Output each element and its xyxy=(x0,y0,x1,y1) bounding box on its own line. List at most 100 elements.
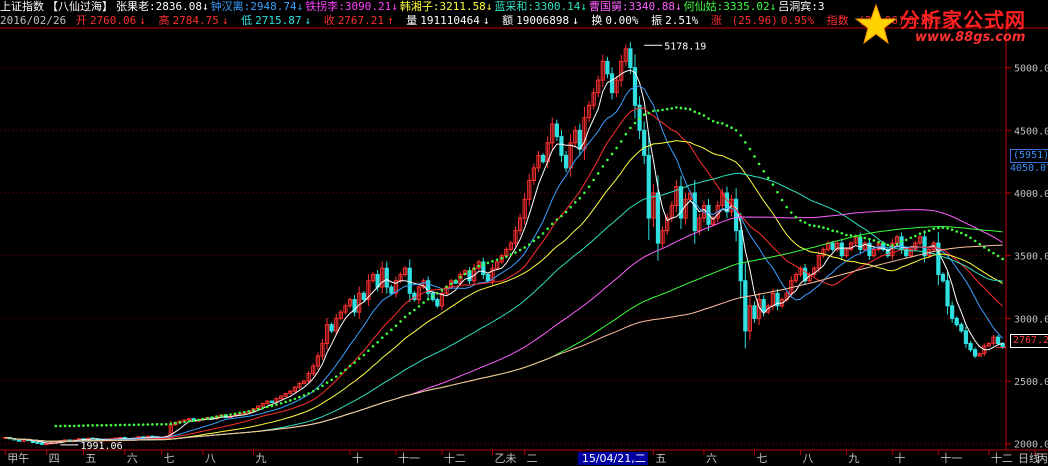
dotted-marker xyxy=(596,172,600,175)
dotted-marker xyxy=(316,387,320,391)
dotted-marker xyxy=(472,267,476,270)
dotted-marker xyxy=(858,236,862,239)
header-indicator-row: 上证指数 【八仙过海】 张果老:2836.08↓ 钟汉离:2948.74↓ 铁拐李:30… xyxy=(0,0,830,13)
dotted-marker xyxy=(918,232,922,235)
ma-line-2 xyxy=(5,107,1004,442)
dotted-marker xyxy=(265,405,269,409)
dotted-marker xyxy=(468,270,471,273)
quote-low: 低 2715.87 ↓ xyxy=(241,14,312,27)
dotted-marker xyxy=(367,349,370,353)
candle-body xyxy=(963,330,969,344)
dotted-marker xyxy=(744,141,747,144)
dotted-marker xyxy=(780,198,784,202)
quote-amount: 额 19006898 ↓ xyxy=(502,14,579,27)
dotted-marker xyxy=(422,301,425,304)
kline-chart[interactable]: 2000.00 2500.00 3000.00 3500.00 4000.00 4500.… xyxy=(0,0,1048,466)
dotted-marker xyxy=(587,185,591,188)
dotted-marker xyxy=(436,292,439,295)
dotted-marker xyxy=(288,399,292,402)
dotted-marker xyxy=(707,117,710,120)
indicator-7: 吕洞宾:3 xyxy=(778,0,825,13)
dotted-marker xyxy=(716,121,720,124)
candle-body xyxy=(959,324,964,332)
quote-change: 涨 (25.96) 0.95% xyxy=(710,14,814,27)
dotted-marker xyxy=(895,242,899,246)
dotted-marker xyxy=(996,254,1000,258)
dotted-marker xyxy=(1001,257,1005,261)
dotted-marker xyxy=(932,227,936,231)
dotted-marker xyxy=(675,106,678,109)
dotted-marker xyxy=(238,411,242,415)
dotted-marker xyxy=(822,226,825,229)
candle-body xyxy=(16,439,22,442)
dotted-marker xyxy=(523,246,526,249)
dotted-marker xyxy=(762,169,765,173)
dotted-marker xyxy=(734,128,738,132)
dotted-marker xyxy=(344,368,347,372)
dotted-marker xyxy=(151,423,154,426)
dotted-marker xyxy=(886,243,890,247)
dotted-marker xyxy=(298,395,301,399)
dotted-marker xyxy=(711,119,715,123)
dotted-marker xyxy=(459,275,462,279)
y-tick-label: 5000.00 xyxy=(1014,64,1048,75)
x-tick-label: 十二 xyxy=(444,451,466,465)
candle-body xyxy=(44,443,49,446)
dotted-marker xyxy=(160,423,163,426)
dotted-marker xyxy=(197,418,200,422)
dotted-marker xyxy=(868,237,871,241)
dotted-marker xyxy=(279,401,283,405)
dotted-marker xyxy=(983,246,986,249)
dotted-marker xyxy=(619,140,623,143)
dotted-marker xyxy=(753,155,756,158)
dotted-marker xyxy=(100,424,104,427)
dotted-marker xyxy=(748,147,752,151)
dotted-marker xyxy=(123,423,127,427)
ma-line-3 xyxy=(5,140,1003,442)
dotted-marker xyxy=(670,107,674,110)
dotted-marker xyxy=(463,272,467,276)
dotted-marker xyxy=(82,424,85,427)
dotted-marker xyxy=(583,191,586,195)
dotted-marker xyxy=(679,106,683,110)
x-tick-label: 四 xyxy=(49,452,60,465)
candle-body xyxy=(954,317,959,326)
dotted-marker xyxy=(831,229,834,233)
dotted-marker xyxy=(509,253,513,256)
dotted-marker xyxy=(546,227,549,231)
dotted-marker xyxy=(638,117,641,120)
dotted-marker xyxy=(380,336,384,339)
dotted-marker xyxy=(665,107,669,111)
dotted-marker xyxy=(702,114,706,117)
quote-turnover: 换 0.00% xyxy=(591,14,639,27)
dotted-marker xyxy=(417,305,421,308)
dotted-marker xyxy=(261,406,264,410)
dotted-marker xyxy=(606,158,609,162)
dotted-marker xyxy=(877,240,880,244)
dotted-marker xyxy=(155,423,159,426)
candle-body xyxy=(940,273,946,282)
dotted-marker xyxy=(721,122,724,125)
dotted-marker xyxy=(615,146,618,150)
dotted-marker xyxy=(987,248,991,252)
x-tick-label: 甲午 xyxy=(7,452,29,465)
candle-body xyxy=(563,154,569,169)
dotted-marker xyxy=(495,258,499,262)
dotted-marker xyxy=(799,219,802,222)
dotted-marker xyxy=(881,241,885,245)
dotted-marker xyxy=(72,424,76,428)
dotted-marker xyxy=(334,375,338,378)
dotted-marker xyxy=(514,251,517,254)
x-tick-label: 十二 xyxy=(991,451,1013,465)
indicator-1: 钟汉离:2948.74↓ xyxy=(210,0,304,13)
dotted-marker xyxy=(826,227,830,231)
quote-row: 2016/02/26 开 2760.06 ↓ 高 2784.75 ↓ 低 2715.87 ↓… xyxy=(0,14,947,27)
dotted-marker xyxy=(486,261,490,265)
annotation-label: 5178.19 xyxy=(664,41,706,52)
candle-body xyxy=(743,280,748,332)
dotted-marker xyxy=(128,423,131,427)
dotted-marker xyxy=(950,228,954,232)
dotted-marker xyxy=(247,409,251,413)
candle-body xyxy=(950,305,955,319)
dotted-marker xyxy=(698,112,701,115)
